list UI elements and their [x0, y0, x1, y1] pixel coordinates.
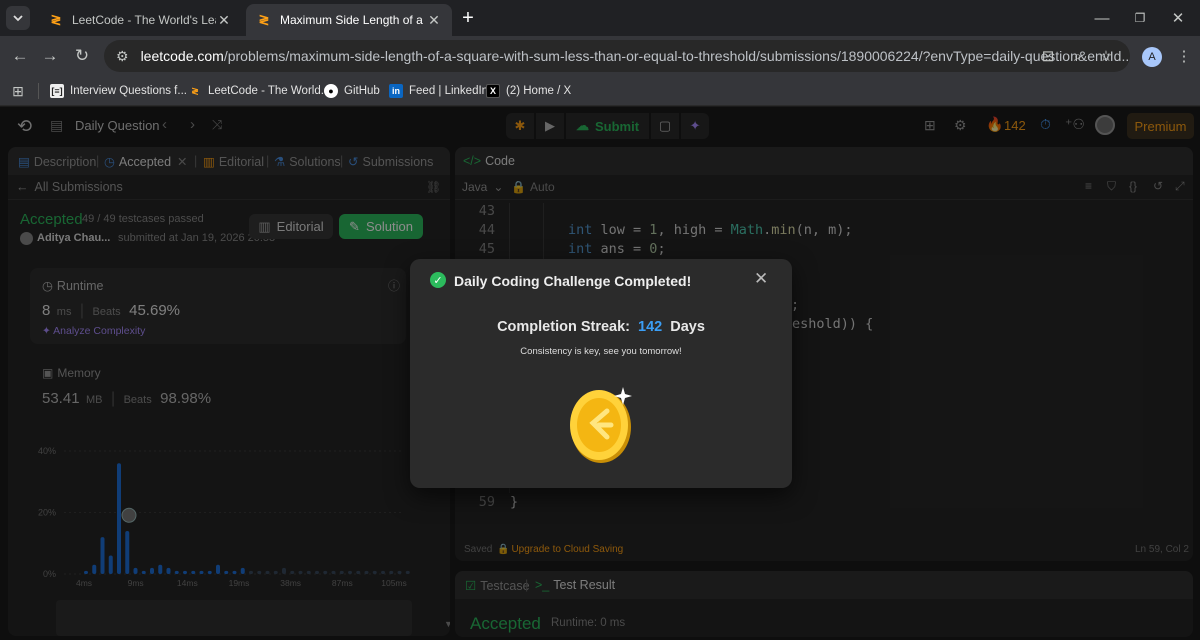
- menu-icon[interactable]: ⋮: [1172, 44, 1196, 68]
- restore-icon[interactable]: ❐: [1128, 6, 1152, 30]
- url-field[interactable]: ⚙ leetcode.com/problems/maximum-side-len…: [104, 40, 1130, 72]
- apps-icon[interactable]: ⊞: [6, 79, 30, 103]
- gold-coin-icon: [570, 387, 632, 463]
- bookmarks-bar: ⊞ [≡] Interview Questions f... ≷ LeetCode …: [0, 76, 1200, 106]
- github-icon: ●: [324, 84, 338, 98]
- bookmark-item[interactable]: X (2) Home / X: [486, 81, 571, 101]
- modal-subtitle: Consistency is key, see you tomorrow!: [520, 346, 682, 357]
- new-tab-icon[interactable]: +: [456, 6, 480, 30]
- reload-icon[interactable]: ↻: [70, 44, 94, 68]
- profile-avatar[interactable]: A: [1142, 47, 1162, 67]
- bookmark-star-icon[interactable]: ☆: [1094, 44, 1118, 68]
- bookmark-item[interactable]: in Feed | LinkedIn: [389, 81, 488, 101]
- close-icon[interactable]: ✕: [754, 269, 768, 289]
- linkedin-icon: in: [389, 84, 403, 98]
- browser-tab-leetcode[interactable]: ≷ LeetCode - The World's Leading P ✕: [38, 4, 242, 36]
- dsa-icon: [≡]: [50, 84, 64, 98]
- daily-challenge-modal: ✓ Daily Coding Challenge Completed! ✕ Co…: [410, 259, 792, 488]
- bookmark-item[interactable]: ≷ LeetCode - The World...: [188, 81, 330, 101]
- zoom-icon[interactable]: ⌕: [1066, 44, 1090, 68]
- check-circle-icon: ✓: [430, 272, 446, 288]
- leetcode-icon: ≷: [258, 12, 270, 27]
- divider: [38, 83, 39, 99]
- modal-title: Daily Coding Challenge Completed!: [454, 273, 692, 289]
- x-icon: X: [486, 84, 500, 98]
- site-info-icon[interactable]: ⚙: [116, 48, 129, 65]
- bookmark-item[interactable]: ● GitHub: [324, 81, 380, 101]
- streak-line: Completion Streak: 142 Days: [497, 319, 705, 335]
- close-tab-icon[interactable]: ✕: [426, 12, 442, 29]
- bookmark-item[interactable]: [≡] Interview Questions f...: [50, 81, 187, 101]
- browser-tab-bar: ≷ LeetCode - The World's Leading P ✕ ≷ M…: [0, 0, 1200, 36]
- leetcode-icon: ≷: [50, 12, 62, 27]
- tab-search-icon[interactable]: [6, 6, 30, 30]
- forward-icon[interactable]: →: [38, 44, 62, 68]
- lens-icon[interactable]: ⊡: [1036, 44, 1060, 68]
- leetcode-icon: ≷: [191, 85, 199, 96]
- close-tab-icon[interactable]: ✕: [216, 12, 232, 29]
- back-icon[interactable]: ←: [8, 44, 32, 68]
- browser-tab-problem[interactable]: ≷ Maximum Side Length of a Square ✕: [246, 4, 452, 36]
- address-bar-row: ← → ↻ ⚙ leetcode.com/problems/maximum-si…: [0, 36, 1200, 76]
- minimize-icon[interactable]: —: [1090, 6, 1114, 30]
- close-window-icon[interactable]: ✕: [1166, 6, 1190, 30]
